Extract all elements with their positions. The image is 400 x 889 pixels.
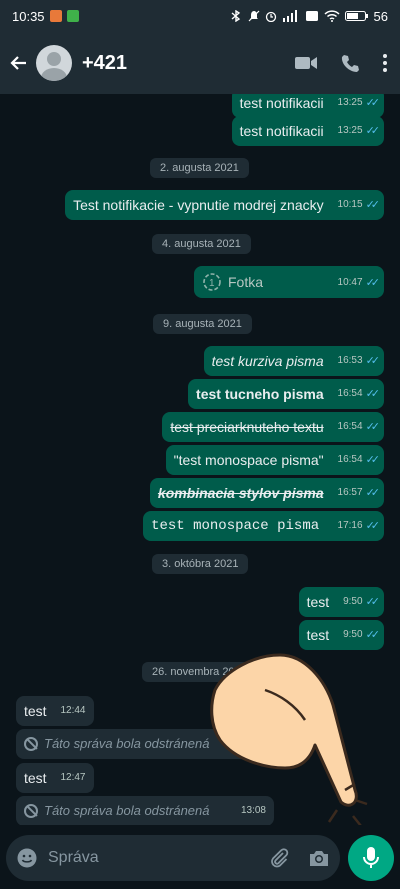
back-button[interactable]	[8, 52, 30, 74]
deleted-message-bubble[interactable]: Táto správa bola odstránená	[16, 729, 270, 759]
message-time: 10:47	[337, 277, 363, 288]
status-bar: 10:35 56	[0, 0, 400, 32]
deleted-icon	[24, 804, 38, 818]
date-divider: 3. októbra 2021	[152, 554, 249, 574]
message-bubble[interactable]: test 9:50 ✓✓	[298, 620, 384, 650]
message-text: test	[306, 627, 330, 643]
read-ticks-icon: ✓✓	[365, 454, 381, 466]
avatar[interactable]	[36, 45, 72, 81]
message-text: Táto správa bola odstránená	[44, 736, 210, 751]
message-time: 13:25	[337, 97, 363, 108]
view-once-icon: 1	[203, 273, 221, 291]
read-ticks-icon: ✓✓	[365, 487, 381, 499]
date-divider: 9. augusta 2021	[153, 314, 252, 334]
back-arrow-icon	[10, 56, 26, 70]
message-input[interactable]	[46, 848, 268, 868]
message-time: 9:50	[343, 629, 363, 640]
message-time: 10:15	[337, 199, 363, 210]
emoji-icon[interactable]	[16, 847, 38, 869]
message-text: test monospace pisma	[151, 518, 320, 534]
read-ticks-icon: ✓✓	[365, 355, 381, 367]
read-ticks-icon: ✓✓	[365, 277, 381, 289]
message-text: "test monospace pisma"	[173, 452, 324, 468]
bluetooth-icon	[231, 10, 240, 22]
message-text: Fotka	[228, 274, 264, 290]
deleted-message-bubble[interactable]: Táto správa bola odstránená 13:08	[16, 796, 274, 825]
message-text: test notifikacii	[239, 123, 324, 139]
more-options-icon[interactable]	[382, 53, 388, 73]
message-text: test	[24, 703, 47, 719]
message-bubble[interactable]: test preciarknuteho textu 16:54 ✓✓	[162, 412, 384, 442]
message-bubble[interactable]: test notifikacii 13:25 ✓✓	[231, 94, 384, 118]
incoming-message-bubble[interactable]: test 12:47	[16, 763, 94, 793]
deleted-icon	[24, 737, 38, 751]
wifi-icon	[324, 10, 340, 22]
svg-text:1: 1	[209, 278, 215, 289]
chat-header: +421	[0, 32, 400, 94]
message-time: 12:47	[60, 772, 86, 783]
voice-record-button[interactable]	[348, 835, 394, 881]
message-text: Test notifikacie - vypnutie modrej znack…	[73, 197, 324, 213]
date-divider: 2. augusta 2021	[150, 158, 249, 178]
mute-icon	[248, 10, 259, 22]
message-bubble[interactable]: test kurziva pisma 16:53 ✓✓	[203, 346, 384, 376]
message-text: Táto správa bola odstránená	[44, 803, 210, 818]
message-time: 13:25	[337, 125, 363, 136]
message-bubble[interactable]: Test notifikacie - vypnutie modrej znack…	[65, 190, 384, 220]
read-ticks-icon: ✓✓	[365, 388, 381, 400]
message-time: 16:54	[337, 421, 363, 432]
camera-icon[interactable]	[308, 848, 330, 868]
message-text: test notifikacii	[239, 95, 324, 111]
message-text: kombinacia stylov pisma	[157, 485, 324, 501]
message-time: 13:08	[240, 805, 266, 816]
sim-icon	[305, 11, 318, 21]
composer-bar	[0, 825, 400, 889]
battery-percent: 56	[373, 8, 388, 24]
message-text: test kurziva pisma	[211, 353, 324, 369]
read-ticks-icon: ✓✓	[365, 520, 381, 532]
read-ticks-icon: ✓✓	[365, 421, 381, 433]
message-time: 9:50	[343, 596, 363, 607]
message-bubble[interactable]: "test monospace pisma" 16:54 ✓✓	[165, 445, 384, 475]
message-time: 16:54	[337, 454, 363, 465]
battery-icon	[344, 11, 368, 21]
voice-call-icon[interactable]	[340, 53, 360, 73]
message-bubble[interactable]: test 9:50 ✓✓	[298, 587, 384, 617]
message-bubble[interactable]: test monospace pisma 17:16 ✓✓	[143, 511, 384, 541]
contact-name[interactable]: +421	[82, 52, 294, 75]
signal-icon	[282, 10, 297, 22]
message-time: 16:54	[337, 388, 363, 399]
chat-area[interactable]: test notifikacii 13:25 ✓✓ test notifikaci…	[0, 94, 400, 825]
message-bubble[interactable]: kombinacia stylov pisma 16:57 ✓✓	[149, 478, 384, 508]
microphone-icon	[363, 847, 379, 868]
message-time: 12:44	[60, 705, 86, 716]
date-divider: 26. novembra 2021	[142, 662, 257, 682]
date-divider: 4. augusta 2021	[152, 234, 251, 254]
incoming-message-bubble[interactable]: test 12:44	[16, 696, 94, 726]
message-composer	[6, 835, 340, 881]
message-text: test tucneho pisma	[196, 386, 324, 402]
photo-message-bubble[interactable]: 1 Fotka 10:47 ✓✓	[194, 266, 384, 298]
message-bubble[interactable]: test tucneho pisma 16:54 ✓✓	[188, 379, 384, 409]
video-call-icon[interactable]	[294, 55, 318, 71]
message-time: 17:16	[337, 520, 363, 531]
message-bubble[interactable]: test notifikacii 13:25 ✓✓	[231, 116, 384, 146]
read-ticks-icon: ✓✓	[365, 97, 381, 109]
read-ticks-icon: ✓✓	[365, 125, 381, 137]
status-time: 10:35	[12, 8, 45, 24]
app-notification-icon	[66, 10, 79, 22]
alarm-icon	[265, 11, 276, 22]
read-ticks-icon: ✓✓	[365, 596, 381, 608]
notification-icon	[49, 10, 62, 22]
message-time: 16:57	[337, 487, 363, 498]
attach-icon[interactable]	[268, 847, 290, 869]
read-ticks-icon: ✓✓	[365, 629, 381, 641]
message-text: test	[306, 594, 330, 610]
read-ticks-icon: ✓✓	[365, 199, 381, 211]
message-text: test	[24, 770, 47, 786]
message-time: 16:53	[337, 355, 363, 366]
message-text: test preciarknuteho textu	[170, 419, 324, 435]
